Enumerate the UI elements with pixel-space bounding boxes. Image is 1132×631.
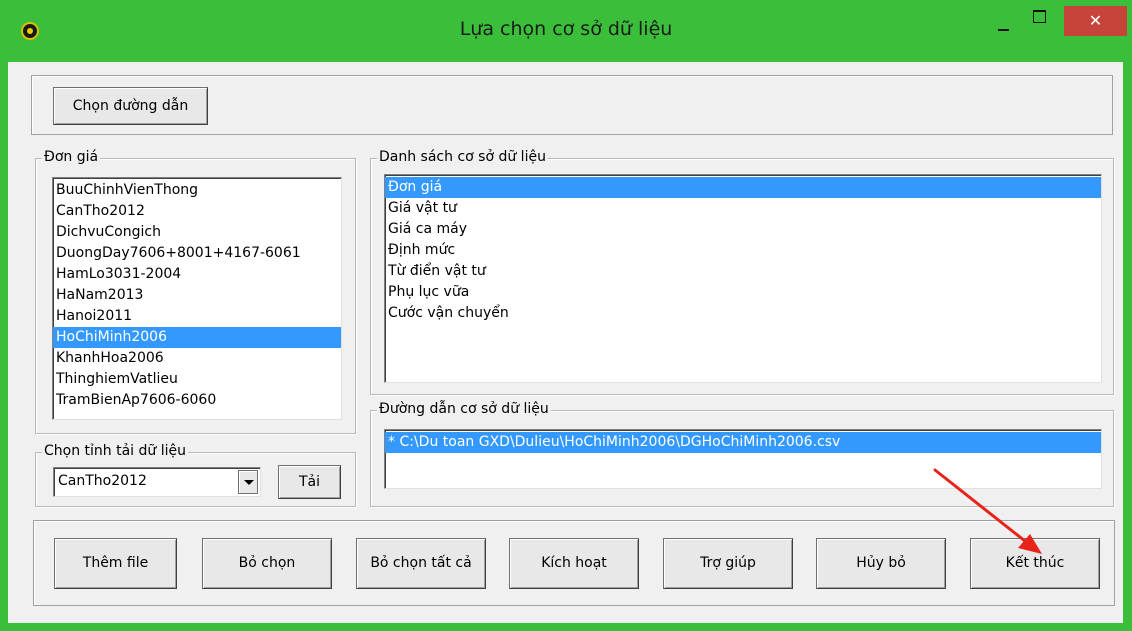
red-arrow-annotation xyxy=(933,468,1042,554)
dialog-window: Lựa chọn cơ sở dữ liệu ✕ Chọn đường dẫn … xyxy=(0,0,1132,631)
